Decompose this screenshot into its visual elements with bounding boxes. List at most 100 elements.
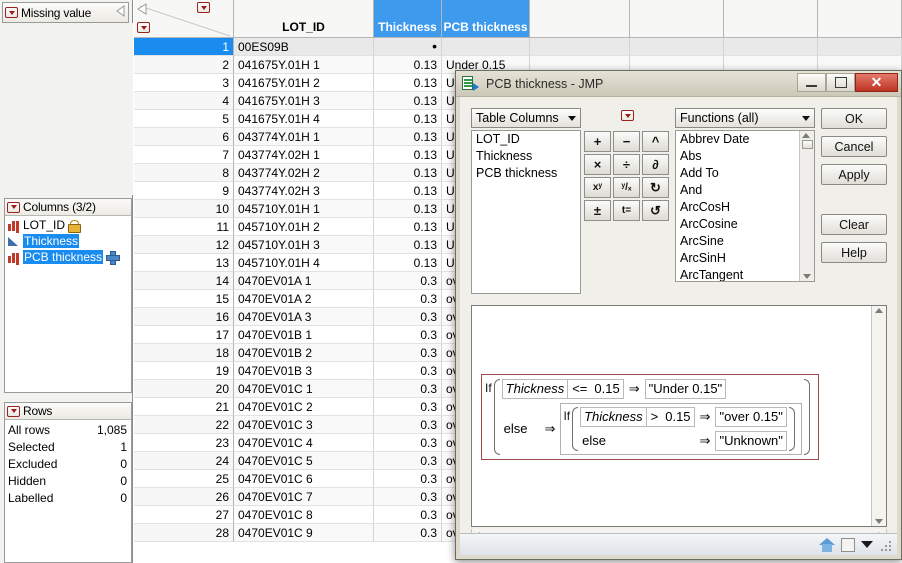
cell-lot-id[interactable]: 045710Y.01H 4 <box>234 254 374 272</box>
cell-thickness[interactable]: 0.3 <box>374 434 442 452</box>
functions-scrollbar[interactable] <box>799 131 814 281</box>
formula-red-triangle-menu-icon[interactable] <box>621 110 634 121</box>
cell-thickness[interactable]: 0.3 <box>374 452 442 470</box>
cell-lot-id[interactable]: 041675Y.01H 1 <box>234 56 374 74</box>
cell-lot-id[interactable]: 0470EV01C 8 <box>234 506 374 524</box>
cell-thickness[interactable]: 0.3 <box>374 470 442 488</box>
resize-grip-icon[interactable] <box>879 539 891 551</box>
row-number[interactable]: 20 <box>134 380 234 398</box>
table-column-option[interactable]: Thickness <box>472 148 580 165</box>
cell-lot-id[interactable]: 043774Y.02H 2 <box>234 164 374 182</box>
row-number[interactable]: 12 <box>134 236 234 254</box>
row-number[interactable]: 6 <box>134 128 234 146</box>
cell-thickness[interactable]: 0.3 <box>374 380 442 398</box>
table-column-option[interactable]: PCB thickness <box>472 165 580 182</box>
red-triangle-menu-icon[interactable] <box>7 406 20 417</box>
rows-panel-header[interactable]: Rows <box>5 403 131 420</box>
row-number[interactable]: 28 <box>134 524 234 542</box>
function-option[interactable]: Add To <box>676 165 799 182</box>
row-number[interactable]: 26 <box>134 488 234 506</box>
function-option[interactable]: ArcTangent <box>676 267 799 281</box>
cell-lot-id[interactable]: 0470EV01C 9 <box>234 524 374 542</box>
operator-button-minus[interactable]: − <box>613 131 640 152</box>
row-number[interactable]: 14 <box>134 272 234 290</box>
row-number[interactable]: 22 <box>134 416 234 434</box>
row-number[interactable]: 17 <box>134 326 234 344</box>
cell-empty[interactable] <box>630 38 724 56</box>
cell-thickness[interactable]: 0.13 <box>374 56 442 74</box>
cell-lot-id[interactable]: 0470EV01A 1 <box>234 272 374 290</box>
condition-2[interactable]: Thickness > 0.15 <box>580 407 694 427</box>
cell-empty[interactable] <box>724 38 818 56</box>
scroll-down-icon[interactable] <box>875 519 883 524</box>
table-columns-listbox[interactable]: LOT_IDThicknessPCB thickness <box>471 130 581 294</box>
cell-thickness[interactable]: 0.3 <box>374 326 442 344</box>
cell-thickness[interactable]: 0.13 <box>374 74 442 92</box>
cell-thickness[interactable]: 0.3 <box>374 524 442 542</box>
row-number[interactable]: 11 <box>134 218 234 236</box>
cancel-button[interactable]: Cancel <box>821 136 887 157</box>
function-option[interactable]: Abbrev Date <box>676 131 799 148</box>
formula-expression-pane[interactable]: If Thickness <= 0.15 ⇒ "Under 0.15" <box>471 305 887 527</box>
operator-button-multiply[interactable]: × <box>584 154 611 175</box>
nested-if-expression[interactable]: If Thickness > 0.15 <box>560 403 801 455</box>
row-number[interactable]: 10 <box>134 200 234 218</box>
cell-pcb-thickness[interactable] <box>442 38 530 56</box>
cell-lot-id[interactable]: 0470EV01A 3 <box>234 308 374 326</box>
scrollbar-thumb[interactable] <box>802 140 813 149</box>
condition-1[interactable]: Thickness <= 0.15 <box>502 379 624 399</box>
operator-button-plus[interactable]: + <box>584 131 611 152</box>
row-number[interactable]: 8 <box>134 164 234 182</box>
cell-thickness[interactable]: 0.13 <box>374 200 442 218</box>
cell-lot-id[interactable]: 045710Y.01H 1 <box>234 200 374 218</box>
cell-lot-id[interactable]: 0470EV01C 2 <box>234 398 374 416</box>
cell-lot-id[interactable]: 00ES09B <box>234 38 374 56</box>
minimize-button[interactable] <box>797 73 826 92</box>
column-header-thickness[interactable]: Thickness <box>374 0 442 38</box>
cell-lot-id[interactable]: 043774Y.02H 3 <box>234 182 374 200</box>
row-number[interactable]: 5 <box>134 110 234 128</box>
cell-thickness[interactable]: 0.13 <box>374 182 442 200</box>
cell-lot-id[interactable]: 0470EV01C 3 <box>234 416 374 434</box>
row-number[interactable]: 18 <box>134 344 234 362</box>
clear-button[interactable]: Clear <box>821 214 887 235</box>
missing-value-panel-header[interactable]: Missing value <box>3 3 128 22</box>
formula-canvas[interactable]: If Thickness <= 0.15 ⇒ "Under 0.15" <box>472 306 871 526</box>
cell-lot-id[interactable]: 045710Y.01H 2 <box>234 218 374 236</box>
operator-button-root[interactable]: ∂ <box>642 154 669 175</box>
scroll-up-icon[interactable] <box>875 308 883 313</box>
table-columns-dropdown[interactable]: Table Columns <box>471 108 581 128</box>
collapse-triangle-icon[interactable] <box>137 3 147 15</box>
formula-scrollbar[interactable] <box>871 306 886 526</box>
cell-lot-id[interactable]: 0470EV01A 2 <box>234 290 374 308</box>
cell-thickness[interactable]: 0.3 <box>374 344 442 362</box>
cell-thickness[interactable]: 0.13 <box>374 110 442 128</box>
cell-lot-id[interactable]: 041675Y.01H 3 <box>234 92 374 110</box>
row-number[interactable]: 25 <box>134 470 234 488</box>
cell-thickness[interactable]: 0.3 <box>374 362 442 380</box>
column-header-empty[interactable] <box>530 0 630 38</box>
cell-thickness[interactable]: 0.13 <box>374 164 442 182</box>
columns-panel-header[interactable]: Columns (3/2) <box>5 199 131 216</box>
function-option[interactable]: ArcCosH <box>676 199 799 216</box>
column-header-empty[interactable] <box>724 0 818 38</box>
formula-plus-icon[interactable] <box>106 251 118 263</box>
column-header-pcb-thickness[interactable]: PCB thickness <box>442 0 530 38</box>
cell-lot-id[interactable]: 043774Y.01H 1 <box>234 128 374 146</box>
column-header-empty[interactable] <box>630 0 724 38</box>
scroll-down-icon[interactable] <box>803 274 811 279</box>
column-header-lot-id[interactable]: LOT_ID <box>234 0 374 38</box>
column-item-thickness[interactable]: Thickness <box>5 233 131 249</box>
cell-thickness[interactable]: 0.13 <box>374 92 442 110</box>
function-option[interactable]: Abs <box>676 148 799 165</box>
cell-thickness[interactable]: 0.3 <box>374 488 442 506</box>
maximize-button[interactable] <box>826 73 855 92</box>
row-number[interactable]: 13 <box>134 254 234 272</box>
red-triangle-menu-icon[interactable] <box>5 7 18 18</box>
cell-thickness[interactable]: 0.13 <box>374 146 442 164</box>
cell-lot-id[interactable]: 0470EV01B 2 <box>234 344 374 362</box>
cell-thickness[interactable]: 0.3 <box>374 398 442 416</box>
function-option[interactable]: ArcSine <box>676 233 799 250</box>
row-number[interactable]: 9 <box>134 182 234 200</box>
cell-lot-id[interactable]: 0470EV01C 4 <box>234 434 374 452</box>
